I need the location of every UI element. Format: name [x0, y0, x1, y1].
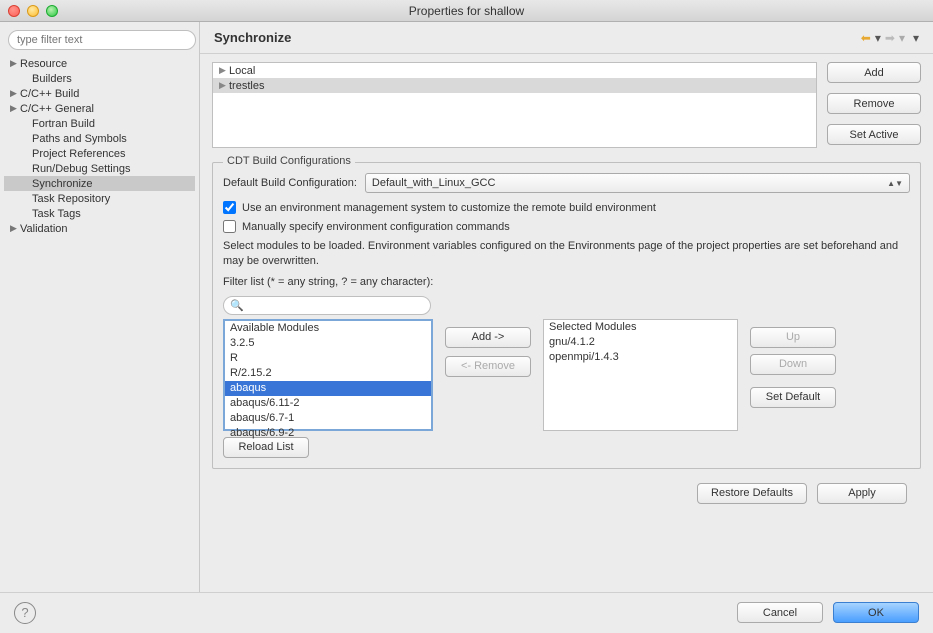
- available-module-row[interactable]: R/2.15.2: [225, 366, 431, 381]
- sidebar-item-paths-and-symbols[interactable]: Paths and Symbols: [4, 131, 195, 146]
- disclosure-arrow-icon[interactable]: ▶: [10, 103, 20, 114]
- disclosure-arrow-icon: ▶: [219, 80, 229, 91]
- filter-label: Filter list (* = any string, ? = any cha…: [223, 275, 910, 290]
- connection-label: trestles: [229, 80, 264, 92]
- ok-button[interactable]: OK: [833, 602, 919, 623]
- sidebar-item-validation[interactable]: ▶Validation: [4, 221, 195, 236]
- nav-forward-icon: ➡: [885, 31, 895, 45]
- default-build-value: Default_with_Linux_GCC: [372, 177, 496, 189]
- module-help-text: Select modules to be loaded. Environment…: [223, 239, 910, 269]
- connection-item[interactable]: ▶Local: [213, 63, 816, 78]
- page-header: Synchronize ⬅ ▾ ➡ ▾ ▾: [200, 22, 933, 54]
- sidebar-item-label: Run/Debug Settings: [32, 163, 130, 175]
- sidebar-item-label: Project References: [32, 148, 126, 160]
- selected-modules-list[interactable]: Selected Modulesgnu/4.1.2openmpi/1.4.3: [543, 319, 738, 431]
- nav-forward-menu-icon: ▾: [899, 31, 905, 45]
- search-icon: 🔍: [230, 299, 244, 312]
- default-build-select[interactable]: Default_with_Linux_GCC ▲▼: [365, 173, 910, 193]
- sidebar-item-label: C/C++ General: [20, 103, 94, 115]
- category-tree: ▶ResourceBuilders▶C/C++ Build▶C/C++ Gene…: [4, 56, 195, 236]
- module-search[interactable]: 🔍: [223, 296, 431, 315]
- sidebar-item-label: Validation: [20, 223, 68, 235]
- selected-module-row[interactable]: gnu/4.1.2: [544, 335, 737, 350]
- available-module-row[interactable]: abaqus/6.7-1: [225, 411, 431, 426]
- available-module-row[interactable]: abaqus/6.11-2: [225, 396, 431, 411]
- minimize-window-button[interactable]: [27, 5, 39, 17]
- manual-env-label: Manually specify environment configurati…: [242, 221, 510, 233]
- available-modules-list[interactable]: Available Modules3.2.5RR/2.15.2abaqusaba…: [223, 319, 433, 431]
- sidebar-item-label: Task Tags: [32, 208, 81, 220]
- manual-env-checkbox[interactable]: [223, 220, 236, 233]
- available-module-row[interactable]: R: [225, 351, 431, 366]
- sidebar-item-synchronize[interactable]: Synchronize: [4, 176, 195, 191]
- window-title: Properties for shallow: [0, 4, 933, 18]
- selected-modules-header: Selected Modules: [544, 320, 737, 335]
- sidebar-item-run-debug-settings[interactable]: Run/Debug Settings: [4, 161, 195, 176]
- available-module-row[interactable]: abaqus/6.9-2: [225, 426, 431, 441]
- connections-list[interactable]: ▶Local▶trestles: [212, 62, 817, 148]
- close-window-button[interactable]: [8, 5, 20, 17]
- titlebar: Properties for shallow: [0, 0, 933, 22]
- remove-connection-button[interactable]: Remove: [827, 93, 921, 114]
- add-module-button[interactable]: Add ->: [445, 327, 531, 348]
- sidebar-item-label: Paths and Symbols: [32, 133, 127, 145]
- available-module-row[interactable]: 3.2.5: [225, 336, 431, 351]
- traffic-lights: [0, 5, 58, 17]
- sidebar-item-c-c-build[interactable]: ▶C/C++ Build: [4, 86, 195, 101]
- restore-defaults-button[interactable]: Restore Defaults: [697, 483, 807, 504]
- move-up-button[interactable]: Up: [750, 327, 836, 348]
- disclosure-arrow-icon[interactable]: ▶: [10, 88, 20, 99]
- add-connection-button[interactable]: Add: [827, 62, 921, 83]
- move-down-button[interactable]: Down: [750, 354, 836, 375]
- sidebar-item-resource[interactable]: ▶Resource: [4, 56, 195, 71]
- sidebar-item-label: Builders: [32, 73, 72, 85]
- use-env-label: Use an environment management system to …: [242, 202, 656, 214]
- sidebar: ▶ResourceBuilders▶C/C++ Build▶C/C++ Gene…: [0, 22, 200, 592]
- selected-module-row[interactable]: openmpi/1.4.3: [544, 350, 737, 365]
- zoom-window-button[interactable]: [46, 5, 58, 17]
- sidebar-item-builders[interactable]: Builders: [4, 71, 195, 86]
- remove-module-button[interactable]: <- Remove: [445, 356, 531, 377]
- available-module-row[interactable]: abaqus: [225, 381, 431, 396]
- connection-label: Local: [229, 65, 255, 77]
- sidebar-item-fortran-build[interactable]: Fortran Build: [4, 116, 195, 131]
- sidebar-item-project-references[interactable]: Project References: [4, 146, 195, 161]
- cancel-button[interactable]: Cancel: [737, 602, 823, 623]
- disclosure-arrow-icon[interactable]: ▶: [10, 223, 20, 234]
- filter-input[interactable]: [8, 30, 196, 50]
- module-search-input[interactable]: [248, 299, 424, 311]
- set-active-button[interactable]: Set Active: [827, 124, 921, 145]
- nav-dropdown-icon[interactable]: ▾: [913, 31, 919, 45]
- connection-item[interactable]: ▶trestles: [213, 78, 816, 93]
- sidebar-item-label: Resource: [20, 58, 67, 70]
- sidebar-item-label: Synchronize: [32, 178, 93, 190]
- sidebar-item-c-c-general[interactable]: ▶C/C++ General: [4, 101, 195, 116]
- sidebar-item-task-tags[interactable]: Task Tags: [4, 206, 195, 221]
- available-modules-header: Available Modules: [225, 321, 431, 336]
- use-env-checkbox[interactable]: [223, 201, 236, 214]
- cdt-build-group: CDT Build Configurations Default Build C…: [212, 162, 921, 469]
- group-title: CDT Build Configurations: [223, 155, 355, 167]
- help-icon[interactable]: ?: [14, 602, 36, 624]
- select-caret-icon: ▲▼: [887, 179, 903, 188]
- sidebar-item-label: Task Repository: [32, 193, 110, 205]
- set-default-button[interactable]: Set Default: [750, 387, 836, 408]
- nav-back-icon[interactable]: ⬅: [861, 31, 871, 45]
- sidebar-item-label: C/C++ Build: [20, 88, 79, 100]
- sidebar-item-task-repository[interactable]: Task Repository: [4, 191, 195, 206]
- default-build-label: Default Build Configuration:: [223, 177, 357, 189]
- disclosure-arrow-icon[interactable]: ▶: [10, 58, 20, 69]
- apply-button[interactable]: Apply: [817, 483, 907, 504]
- disclosure-arrow-icon: ▶: [219, 65, 229, 76]
- sidebar-item-label: Fortran Build: [32, 118, 95, 130]
- dialog-button-bar: ? Cancel OK: [0, 592, 933, 632]
- nav-back-menu-icon[interactable]: ▾: [875, 31, 881, 45]
- page-title: Synchronize: [214, 30, 291, 45]
